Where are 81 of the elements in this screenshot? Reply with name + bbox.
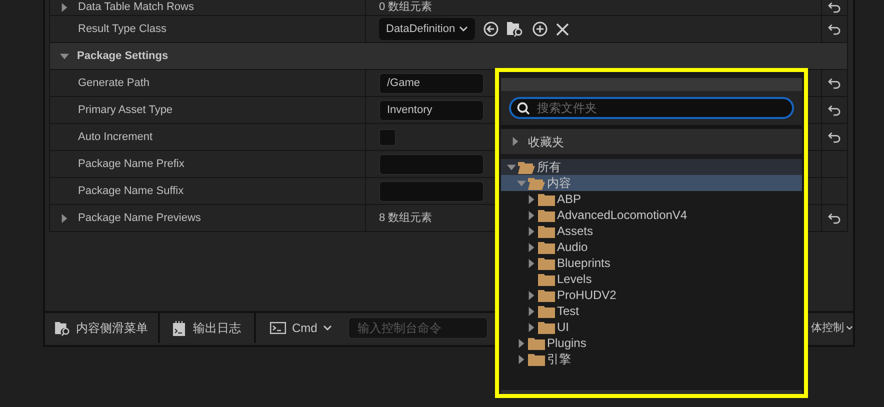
expand-arrow-icon[interactable] (527, 290, 536, 300)
property-label: Result Type Class (78, 24, 166, 34)
expand-arrow-icon[interactable] (517, 354, 526, 364)
expand-arrow-icon[interactable] (527, 322, 536, 332)
expand-arrow-icon[interactable] (511, 137, 520, 146)
log-icon (173, 320, 185, 336)
console-input-field[interactable]: 输入控制台命令 (348, 317, 488, 339)
property-label: Generate Path (78, 78, 150, 88)
checkbox[interactable] (379, 128, 396, 146)
category-label: Package Settings (77, 48, 168, 64)
folder-tree-item[interactable]: 所有 (501, 159, 802, 175)
expand-arrow-icon[interactable] (60, 3, 69, 12)
expand-arrow-icon[interactable] (527, 210, 536, 220)
folder-icon (538, 288, 555, 302)
expand-arrow-icon[interactable] (527, 242, 536, 252)
expand-arrow-icon[interactable] (517, 338, 526, 348)
folder-icon (538, 240, 555, 254)
folder-icon (528, 336, 545, 350)
property-label: Auto Increment (78, 132, 153, 142)
add-icon[interactable] (532, 21, 548, 37)
folder-tree-item[interactable]: Test (501, 303, 802, 319)
folder-tree-item[interactable]: UI (501, 319, 802, 335)
media-control-dropdown[interactable]: 体控制 (811, 313, 853, 343)
text-field[interactable]: /Game (379, 72, 484, 94)
property-label: Primary Asset Type (78, 104, 173, 116)
folder-search-icon[interactable] (507, 21, 524, 37)
folder-icon (528, 352, 545, 366)
folder-tree-item[interactable]: Plugins (501, 335, 802, 351)
folder-search-icon (55, 320, 71, 336)
favorites-header[interactable]: 收藏夹 (501, 129, 802, 154)
expand-arrow-icon[interactable] (60, 52, 69, 60)
close-icon[interactable] (556, 22, 570, 36)
category-header[interactable]: Package Settings (50, 43, 847, 70)
expand-arrow-icon[interactable] (527, 306, 536, 316)
search-icon (517, 102, 530, 114)
reset-arrow-icon[interactable] (828, 24, 841, 34)
folder-icon (538, 224, 555, 238)
reset-arrow-icon[interactable] (828, 104, 841, 116)
chevron-down-icon (846, 325, 853, 331)
reset-arrow-icon[interactable] (828, 212, 841, 224)
folder-search-field[interactable]: 搜索文件夹 (509, 97, 794, 119)
expand-arrow-icon[interactable] (527, 226, 536, 236)
text-field[interactable] (379, 154, 484, 174)
folder-icon (538, 304, 555, 318)
folder-tree-item[interactable]: ProHUDV2 (501, 287, 802, 303)
folder-tree-item[interactable]: 内容 (501, 175, 802, 191)
output-log-button[interactable]: 输出日志 (160, 313, 256, 343)
property-label: Package Name Suffix (78, 186, 184, 196)
content-drawer-button[interactable]: 内容侧滑菜单 (45, 313, 160, 343)
reset-arrow-icon[interactable] (828, 132, 841, 142)
array-count: 0 数组元素 (379, 2, 432, 13)
open-folder-icon (518, 160, 535, 174)
folder-tree-item[interactable]: 引擎 (501, 351, 802, 367)
chevron-down-icon (459, 26, 468, 32)
reset-arrow-icon[interactable] (828, 2, 841, 13)
open-folder-icon (528, 176, 545, 190)
class-dropdown[interactable]: DataDefinition (379, 18, 476, 40)
folder-tree-item[interactable]: Blueprints (501, 255, 802, 271)
expand-arrow-icon[interactable] (507, 162, 516, 172)
terminal-icon (270, 322, 286, 334)
folder-tree-item[interactable]: Levels (501, 271, 802, 287)
array-count: 8 数组元素 (379, 212, 432, 224)
folder-icon (538, 208, 555, 222)
folder-tree-item[interactable]: AdvancedLocomotionV4 (501, 207, 802, 223)
expand-arrow-icon[interactable] (527, 194, 536, 204)
text-field[interactable]: Inventory (379, 100, 484, 120)
folder-icon (538, 256, 555, 270)
folder-tree-item[interactable]: ABP (501, 191, 802, 207)
folder-icon (538, 320, 555, 334)
text-field[interactable] (379, 180, 484, 202)
property-label: Data Table Match Rows (78, 2, 194, 13)
chevron-down-icon (323, 325, 332, 331)
folder-icon (538, 272, 555, 286)
reset-arrow-icon[interactable] (828, 78, 841, 88)
folder-tree-item[interactable]: Audio (501, 239, 802, 255)
property-label: Package Name Previews (78, 212, 201, 224)
cmd-dropdown[interactable]: Cmd (256, 313, 346, 343)
expand-arrow-icon[interactable] (60, 214, 69, 222)
folder-tree-item[interactable]: Assets (501, 223, 802, 239)
expand-arrow-icon[interactable] (527, 258, 536, 268)
property-label: Package Name Prefix (78, 158, 184, 170)
